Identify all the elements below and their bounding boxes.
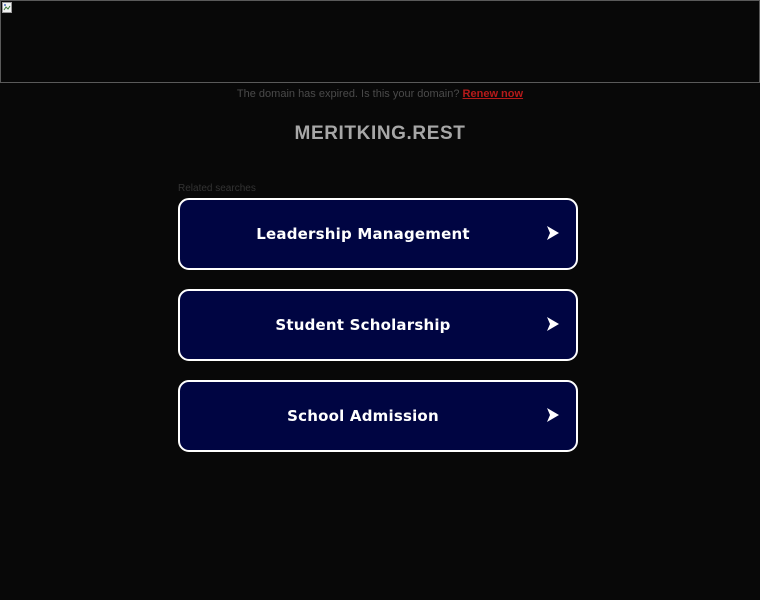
notice-text: The domain has expired. Is this your dom… xyxy=(236,88,460,100)
related-search-school-admission[interactable]: School Admission xyxy=(178,380,578,452)
related-search-label: Leadership Management xyxy=(256,225,470,243)
related-search-student-scholarship[interactable]: Student Scholarship xyxy=(178,289,578,361)
banner-ad[interactable] xyxy=(0,0,760,83)
related-search-label: School Admission xyxy=(287,407,439,425)
domain-expired-notice: The domain has expired. Is this your dom… xyxy=(0,87,760,101)
broken-image-icon xyxy=(2,2,12,13)
arrow-right-icon xyxy=(547,408,559,422)
related-searches-label: Related searches xyxy=(178,183,256,194)
renew-now-link[interactable]: Renew now xyxy=(463,88,524,100)
related-search-leadership-management[interactable]: Leadership Management xyxy=(178,198,578,270)
arrow-right-icon xyxy=(547,317,559,331)
related-search-label: Student Scholarship xyxy=(275,316,451,334)
domain-title: MERITKING.REST xyxy=(294,123,466,144)
arrow-right-icon xyxy=(547,226,559,240)
